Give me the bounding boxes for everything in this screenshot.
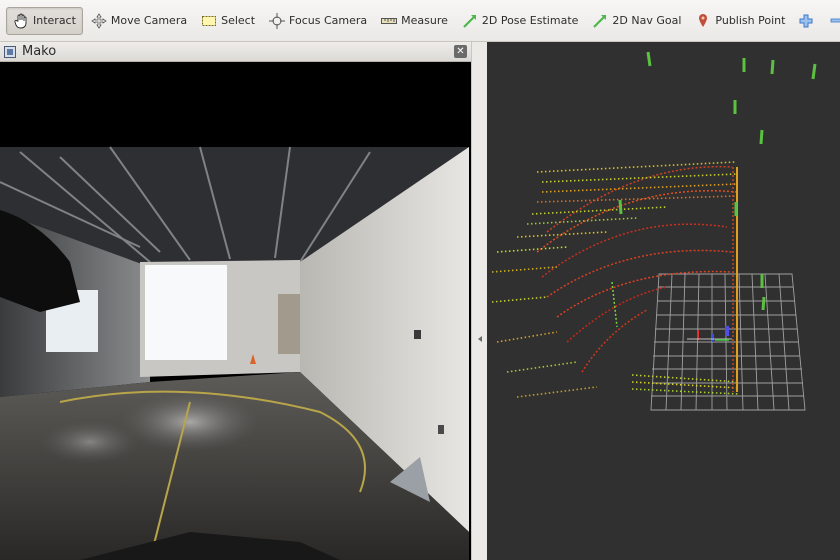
collapse-left-icon[interactable]	[478, 336, 482, 342]
panel-splitter[interactable]	[471, 42, 487, 560]
ruler-icon	[381, 13, 398, 29]
add-tool-button[interactable]	[793, 7, 823, 35]
camera-panel: Mako ✕	[0, 42, 471, 560]
move-arrows-icon	[91, 12, 107, 29]
map-pin-icon	[695, 13, 711, 29]
tool-interact[interactable]: Interact	[6, 6, 83, 35]
tool-label: Select	[221, 14, 256, 27]
green-arrow-icon	[592, 13, 608, 29]
plus-icon	[798, 13, 814, 29]
tool-move-camera[interactable]: Move Camera	[85, 7, 193, 35]
camera-panel-title: Mako	[22, 44, 57, 59]
tool-measure[interactable]: Measure	[375, 7, 454, 35]
tool-label: Publish Point	[715, 14, 786, 27]
tool-2d-nav-goal[interactable]: 2D Nav Goal	[586, 7, 687, 35]
green-arrow-icon	[462, 13, 478, 29]
camera-image	[0, 62, 469, 560]
remove-tool-button[interactable]	[825, 7, 840, 35]
hand-cursor-icon	[13, 13, 29, 29]
tool-focus-camera[interactable]: Focus Camera	[263, 7, 373, 35]
tool-label: Focus Camera	[289, 14, 368, 27]
tool-label: Measure	[401, 14, 448, 27]
tool-2d-pose-estimate[interactable]: 2D Pose Estimate	[456, 7, 585, 35]
tool-publish-point[interactable]: Publish Point	[689, 7, 791, 35]
rviz-toolbar: Interact Move Camera Select Focus Camera…	[0, 0, 840, 42]
tool-label: Interact	[33, 14, 76, 27]
minus-icon	[830, 13, 840, 29]
select-rect-icon	[201, 13, 217, 29]
camera-panel-titlebar: Mako ✕	[0, 42, 471, 62]
tool-label: 2D Pose Estimate	[481, 14, 579, 27]
focus-crosshair-icon	[269, 12, 286, 29]
image-window-icon	[4, 45, 16, 58]
close-icon[interactable]: ✕	[454, 45, 467, 58]
tool-select[interactable]: Select	[195, 7, 261, 35]
tool-label: 2D Nav Goal	[612, 14, 682, 27]
tool-label: Move Camera	[110, 14, 188, 27]
3d-view[interactable]	[487, 42, 840, 560]
